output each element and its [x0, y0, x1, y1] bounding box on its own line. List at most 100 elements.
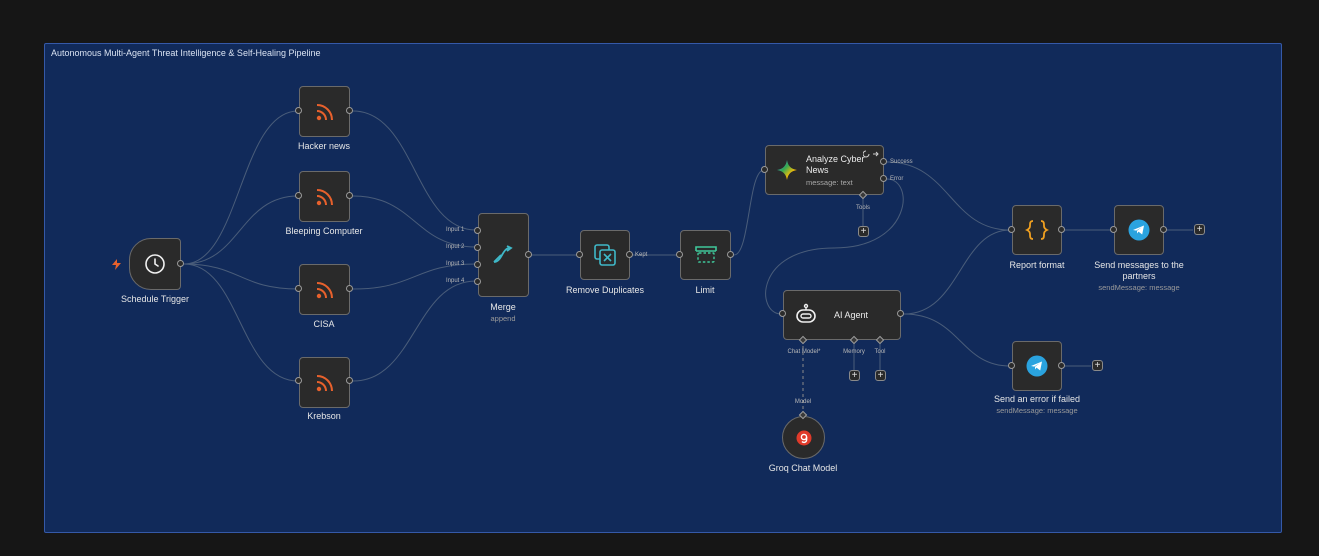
krebson-input-port[interactable] [295, 377, 302, 384]
cisa-input-port[interactable] [295, 285, 302, 292]
send-error-subtitle: sendMessage: message [996, 406, 1078, 415]
limit-output-port[interactable] [727, 251, 734, 258]
merge-input-label-1: Input 1 [446, 227, 465, 233]
schedule-trigger-label: Schedule Trigger [120, 294, 190, 304]
merge-output-port[interactable] [525, 251, 532, 258]
remove-duplicates-input-port[interactable] [576, 251, 583, 258]
dedupe-icon [594, 244, 616, 266]
remove-duplicates-label: Remove Duplicates [565, 285, 645, 295]
hacker-news-label: Hacker news [297, 141, 351, 151]
send-partners-add-button[interactable]: + [1194, 224, 1205, 235]
merge-input-label-3: Input 3 [446, 261, 465, 267]
rss-icon [316, 188, 333, 205]
hacker-news-output-port[interactable] [346, 107, 353, 114]
report-format-node[interactable] [1012, 205, 1062, 255]
merge-label: Merge [490, 302, 516, 312]
edge-cisa-merge [352, 263, 477, 290]
telegram-icon [1026, 355, 1048, 377]
analyze-cyber-news-node[interactable]: Analyze Cyber News message: text [765, 145, 884, 195]
groq-icon [796, 430, 811, 445]
send-partners-node[interactable] [1114, 205, 1164, 255]
merge-input-label-4: Input 4 [446, 278, 465, 284]
bleeping-computer-output-port[interactable] [346, 192, 353, 199]
cisa-output-port[interactable] [346, 285, 353, 292]
remove-duplicates-output-port[interactable] [626, 251, 633, 258]
limit-node[interactable] [680, 230, 731, 280]
groq-chat-model-node[interactable] [782, 416, 825, 459]
krebson-node[interactable] [299, 357, 350, 408]
ai-agent-tool-add-button[interactable]: + [875, 370, 886, 381]
ai-agent-tool-label: Tool [874, 349, 886, 355]
analyze-input-port[interactable] [761, 166, 768, 173]
ai-agent-memory-label: Memory [843, 349, 865, 355]
schedule-trigger-output-port[interactable] [177, 260, 184, 267]
limit-icon [694, 246, 717, 263]
send-partners-output-port[interactable] [1160, 226, 1167, 233]
krebson-label: Krebson [307, 411, 341, 421]
send-error-node[interactable] [1012, 341, 1062, 391]
send-error-add-button[interactable]: + [1092, 360, 1103, 371]
edge-limit-analyze [733, 169, 765, 256]
braces-icon [1025, 220, 1049, 240]
ai-agent-node[interactable]: AI Agent [783, 290, 901, 340]
gemini-icon [777, 160, 797, 180]
limit-input-port[interactable] [676, 251, 683, 258]
edge-hacker-merge [352, 110, 477, 231]
rss-icon [316, 103, 333, 120]
merge-icon [492, 245, 513, 263]
ai-agent-label: AI Agent [834, 309, 869, 320]
report-format-label: Report format [1009, 260, 1065, 270]
ai-agent-input-port[interactable] [779, 310, 786, 317]
bleeping-computer-node[interactable] [299, 171, 350, 222]
merge-input-port-2[interactable] [474, 244, 481, 251]
krebson-output-port[interactable] [346, 377, 353, 384]
send-partners-subtitle: sendMessage: message [1098, 283, 1180, 292]
send-partners-label: Send messages to the partners [1094, 260, 1184, 281]
limit-label: Limit [695, 285, 715, 295]
analyze-error-label: Error [890, 176, 904, 182]
bolt-icon [112, 259, 121, 270]
analyze-success-port[interactable] [880, 158, 887, 165]
remove-duplicates-node[interactable] [580, 230, 630, 280]
groq-model-connector-label: Model [794, 399, 812, 405]
edge-agent-report [903, 229, 1011, 315]
send-error-output-port[interactable] [1058, 362, 1065, 369]
hacker-news-node[interactable] [299, 86, 350, 137]
analyze-cyber-news-subtitle: message: text [806, 177, 853, 187]
merge-input-port-4[interactable] [474, 278, 481, 285]
analyze-error-port[interactable] [880, 175, 887, 182]
merge-node[interactable] [478, 213, 529, 297]
bleeping-computer-input-port[interactable] [295, 192, 302, 199]
edge-trigger-hacker [183, 110, 299, 265]
cisa-node[interactable] [299, 264, 350, 315]
send-error-label: Send an error if failed [993, 394, 1081, 404]
report-format-input-port[interactable] [1008, 226, 1015, 233]
groq-chat-model-label: Groq Chat Model [768, 463, 838, 473]
ai-agent-chat-model-label: Chat Model* [787, 349, 821, 355]
remove-duplicates-output-label: Kept [635, 252, 648, 258]
robot-icon [796, 303, 816, 323]
merge-input-port-1[interactable] [474, 227, 481, 234]
edge-trigger-bleeping [183, 195, 299, 265]
cisa-label: CISA [313, 319, 335, 329]
analyze-tools-add-button[interactable]: + [858, 226, 869, 237]
send-partners-input-port[interactable] [1110, 226, 1117, 233]
merge-input-label-2: Input 2 [446, 244, 465, 250]
send-error-input-port[interactable] [1008, 362, 1015, 369]
edge-bleeping-merge [352, 195, 477, 248]
retry-icon [863, 150, 879, 158]
rss-icon [316, 281, 333, 298]
ai-agent-memory-add-button[interactable]: + [849, 370, 860, 381]
telegram-icon [1128, 219, 1150, 241]
clock-icon [145, 254, 165, 274]
schedule-trigger-node[interactable] [129, 238, 181, 290]
hacker-news-input-port[interactable] [295, 107, 302, 114]
edge-trigger-krebson [183, 263, 299, 382]
rss-icon [316, 374, 333, 391]
edge-agent-senderror [903, 313, 1011, 367]
edge-analyze-report [886, 161, 1011, 231]
analyze-success-label: Success [890, 159, 913, 165]
ai-agent-output-port[interactable] [897, 310, 904, 317]
merge-input-port-3[interactable] [474, 261, 481, 268]
report-format-output-port[interactable] [1058, 226, 1065, 233]
